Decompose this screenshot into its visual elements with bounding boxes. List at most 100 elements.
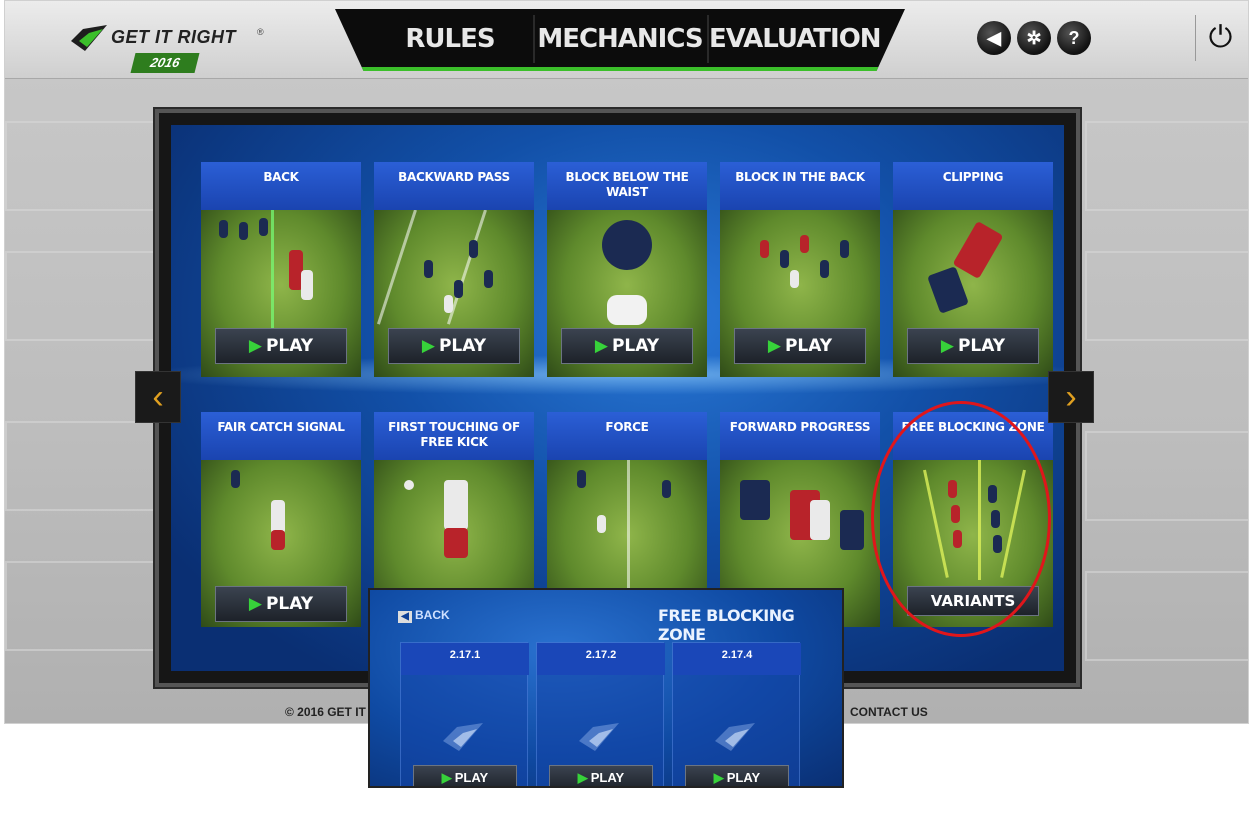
scenario-card: BLOCK BELOW THE WAIST ▶ PLAY — [547, 162, 707, 377]
play-icon: ▶ — [940, 336, 954, 356]
app-logo[interactable]: GET IT RIGHT ® 2016 — [67, 19, 277, 73]
player — [800, 235, 809, 253]
wall-brick — [1085, 431, 1248, 521]
play-icon: ▶ — [577, 770, 588, 785]
player — [927, 266, 969, 314]
play-icon: ▶ — [594, 336, 608, 356]
player — [840, 510, 864, 550]
play-label: PLAY — [438, 336, 487, 356]
back-arrow-icon: ◀ — [398, 611, 412, 623]
wall-brick — [5, 421, 155, 511]
player — [239, 222, 248, 240]
question-icon[interactable]: ? — [1057, 21, 1091, 55]
variant-title: 2.17.1 — [401, 643, 529, 675]
card-thumbnail[interactable]: ▶ PLAY — [374, 210, 534, 377]
play-icon: ▶ — [421, 336, 435, 356]
card-title: FORCE — [547, 412, 707, 460]
card-title: FORWARD PROGRESS — [720, 412, 880, 460]
logo-year-badge: 2016 — [130, 53, 200, 73]
player — [810, 500, 830, 540]
player — [740, 480, 770, 520]
main-nav: RULES MECHANICS EVALUATION — [335, 9, 905, 71]
card-title: BACKWARD PASS — [374, 162, 534, 210]
player — [840, 240, 849, 258]
next-page-arrow[interactable]: › — [1048, 371, 1094, 423]
variants-popup: ◀ BACK FREE BLOCKING ZONE 2.17.1 ▶ PLAY 2.… — [368, 588, 844, 788]
player — [271, 500, 285, 534]
card-thumbnail[interactable]: ▶ PLAY — [893, 210, 1053, 377]
play-button[interactable]: ▶ PLAY — [215, 328, 347, 364]
footer-copyright: © 2016 GET IT R — [285, 705, 378, 719]
yard-line — [271, 210, 274, 330]
back-button[interactable]: ◀ BACK — [398, 608, 450, 623]
popup-title: FREE BLOCKING ZONE — [658, 606, 795, 644]
play-label: PLAY — [590, 770, 625, 785]
scenario-card: FAIR CATCH SIGNAL ▶ PLAY — [201, 412, 361, 627]
scenario-card: BACKWARD PASS ▶ PLAY — [374, 162, 534, 377]
play-label: PLAY — [784, 336, 833, 356]
player — [219, 220, 228, 238]
player — [760, 240, 769, 258]
logo-check-icon — [715, 723, 755, 751]
play-icon: ▶ — [441, 770, 452, 785]
card-thumbnail[interactable]: ▶ PLAY — [201, 210, 361, 377]
play-button[interactable]: ▶ PLAY — [685, 765, 789, 786]
player — [602, 220, 652, 270]
prev-page-arrow[interactable]: ‹ — [135, 371, 181, 423]
play-button[interactable]: ▶ PLAY — [413, 765, 517, 786]
player — [780, 250, 789, 268]
power-icon[interactable]: ⏻ — [1195, 15, 1245, 61]
gear-icon[interactable]: ✲ — [1017, 21, 1051, 55]
scenario-card: BLOCK IN THE BACK ▶ PLAY — [720, 162, 880, 377]
card-thumbnail[interactable]: ▶ PLAY — [201, 460, 361, 627]
variant-card: 2.17.1 ▶ PLAY — [400, 642, 529, 786]
player — [790, 270, 799, 288]
top-bar: GET IT RIGHT ® 2016 RULES MECHANICS EVAL… — [5, 1, 1248, 79]
player — [469, 240, 478, 258]
player — [444, 528, 468, 558]
tab-evaluation[interactable]: EVALUATION — [709, 9, 882, 67]
play-button[interactable]: ▶ PLAY — [549, 765, 653, 786]
play-button[interactable]: ▶ PLAY — [907, 328, 1039, 364]
play-button[interactable]: ▶ PLAY — [734, 328, 866, 364]
play-button[interactable]: ▶ PLAY — [215, 586, 347, 622]
play-button[interactable]: ▶ PLAY — [388, 328, 520, 364]
player — [424, 260, 433, 278]
wall-brick — [5, 251, 155, 341]
back-label: BACK — [415, 608, 450, 622]
highlight-circle — [871, 401, 1051, 637]
player — [454, 280, 463, 298]
player — [484, 270, 493, 288]
footer-contact-link[interactable]: CONTACT US — [850, 705, 928, 719]
play-button[interactable]: ▶ PLAY — [561, 328, 693, 364]
variant-card: 2.17.4 ▶ PLAY — [672, 642, 801, 786]
scenario-card: CLIPPING ▶ PLAY — [893, 162, 1053, 377]
wall-brick — [5, 121, 155, 211]
player — [444, 480, 468, 530]
player — [952, 220, 1004, 280]
scenario-card: BACK ▶ PLAY — [201, 162, 361, 377]
logo-text: GET IT RIGHT — [111, 27, 236, 47]
card-thumbnail[interactable]: ▶ PLAY — [547, 210, 707, 377]
yard-line — [376, 210, 417, 325]
card-title: CLIPPING — [893, 162, 1053, 210]
wall-brick — [1085, 571, 1248, 661]
play-label: PLAY — [265, 336, 314, 356]
play-label: PLAY — [454, 770, 489, 785]
tab-mechanics[interactable]: MECHANICS — [535, 9, 705, 67]
play-label: PLAY — [957, 336, 1006, 356]
play-icon: ▶ — [713, 770, 724, 785]
variant-card: 2.17.2 ▶ PLAY — [536, 642, 665, 786]
card-title: BLOCK BELOW THE WAIST — [547, 162, 707, 210]
tab-rules[interactable]: RULES — [371, 9, 529, 67]
speaker-icon[interactable]: ◀ — [977, 21, 1011, 55]
player — [231, 470, 240, 488]
card-title: FIRST TOUCHING OF FREE KICK — [374, 412, 534, 460]
card-thumbnail[interactable]: ▶ PLAY — [720, 210, 880, 377]
player — [259, 218, 268, 236]
player — [301, 270, 313, 300]
player — [577, 470, 586, 488]
player — [607, 295, 647, 325]
player — [271, 530, 285, 550]
logo-registered: ® — [257, 27, 264, 37]
